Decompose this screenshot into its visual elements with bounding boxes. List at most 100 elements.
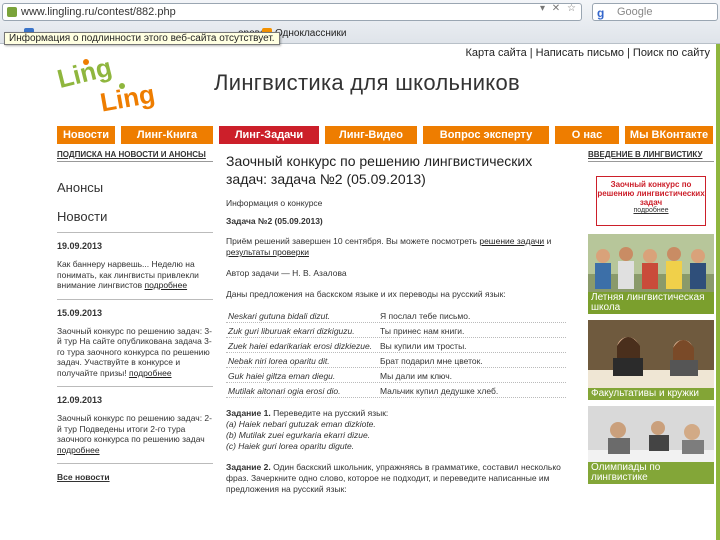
divider: [57, 386, 213, 387]
russian-translation: Вы купили им тросты.: [380, 341, 467, 351]
subscribe-link[interactable]: ПОДПИСКА НА НОВОСТИ И АНОНСЫ: [57, 150, 213, 162]
news-heading[interactable]: Новости: [57, 209, 213, 224]
site-logo[interactable]: Ling Ling: [56, 54, 156, 114]
task-1-title: Задание 1.: [226, 408, 271, 418]
sentence-pair: Nebak niri lorea oparitu dit. Брат подари…: [226, 353, 566, 368]
results-link[interactable]: результаты проверки: [226, 247, 309, 257]
nav-vkontakte[interactable]: Мы ВКонтакте: [625, 126, 713, 144]
bookmark-item-odnoklassniki[interactable]: Одноклассники: [275, 28, 346, 39]
task-label: Задача №2 (05.09.2013): [226, 216, 323, 226]
news-item: Заочный конкурс по решению задач: 2-й ту…: [57, 413, 213, 455]
basque-sentence: Nebak niri lorea oparitu dit.: [228, 356, 330, 366]
divider: [57, 298, 213, 300]
sentence-pair: Zuk guri liburuak ekarri dizkiguzu. Ты пр…: [226, 323, 566, 338]
electives-banner[interactable]: Факультативы и кружки: [588, 320, 714, 400]
right-sidebar: ВВЕДЕНИЕ В ЛИНГВИСТИКУ Заочный конкурс п…: [588, 150, 714, 540]
task-2: Задание 2. Один баскский школьник, упраж…: [226, 462, 576, 495]
nav-news[interactable]: Новости: [57, 126, 115, 144]
main-nav: Новости Линг-Книга Линг-Задачи Линг-Виде…: [57, 126, 713, 144]
russian-translation: Я послал тебе письмо.: [380, 311, 471, 321]
intro-paragraph: Приём решений завершен 10 сентября. Вы м…: [226, 236, 576, 258]
news-item: Заочный конкурс по решению задач: 3-й ту…: [57, 326, 213, 379]
search-placeholder: Google: [617, 6, 653, 18]
sentence-pairs: Neskari gutuna bidali dizut. Я послал теб…: [226, 308, 566, 398]
task-1-item: (b) Mutilak zuei egurkaria ekarri dizue.: [226, 430, 371, 440]
news-date: 15.09.2013: [57, 307, 103, 318]
site-title: Лингвистика для школьников: [214, 70, 521, 95]
intro-linguistics-link[interactable]: ВВЕДЕНИЕ В ЛИНГВИСТИКУ: [588, 150, 714, 162]
sentence-pair: Mutilak aitonari ogia erosi dio. Мальчик …: [226, 383, 566, 398]
article: Заочный конкурс по решению лингвистическ…: [226, 152, 576, 540]
web-page: Карта сайта | Написать письмо | Поиск по сай…: [0, 44, 720, 540]
nav-ling-book[interactable]: Линг-Книга: [121, 126, 213, 144]
task-1-item: (a) Haiek nebari gutuzak eman dizkiote.: [226, 419, 376, 429]
sentence-pair: Zuek haiei edarikariak erosi dizkiezue. В…: [226, 338, 566, 353]
task-1-text: Переведите на русский язык:: [273, 408, 389, 418]
intro-text: Приём решений завершен 10 сентября. Вы м…: [226, 236, 477, 246]
news-more-link[interactable]: подробнее: [129, 368, 172, 378]
contest-promo-box[interactable]: Заочный конкурс по решению лингвистическ…: [596, 176, 706, 226]
task-1-item: (c) Haiek guri lorea oparitu digute.: [226, 441, 355, 451]
browser-chrome: www.lingling.ru/contest/882.php ▾ ✕ ☆ g …: [0, 0, 720, 45]
contest-info-link[interactable]: Информация о конкурсе: [226, 198, 576, 208]
intro-and: и: [546, 236, 552, 246]
nav-about[interactable]: О нас: [555, 126, 619, 144]
promo-more-link[interactable]: подробнее: [597, 207, 705, 214]
basque-sentence: Neskari gutuna bidali dizut.: [228, 311, 331, 321]
summer-school-caption: Летняя лингвистическая школа: [588, 292, 714, 314]
security-tooltip: Информация о подлинности этого веб-сайта…: [4, 32, 280, 45]
russian-translation: Ты принес нам книги.: [380, 326, 465, 336]
address-text: www.lingling.ru/contest/882.php: [21, 6, 176, 18]
nav-ling-video[interactable]: Линг-Видео: [325, 126, 417, 144]
all-news-link[interactable]: Все новости: [57, 472, 213, 482]
electives-caption: Факультативы и кружки: [588, 388, 714, 400]
logo-dot-icon: [83, 59, 89, 65]
left-sidebar: ПОДПИСКА НА НОВОСТИ И АНОНСЫ Анонсы Ново…: [57, 150, 213, 540]
news-item: Как баннеру нарвешь... Неделю на понимат…: [57, 259, 213, 291]
address-bar-buttons[interactable]: ▾ ✕ ☆: [540, 3, 578, 14]
search-input[interactable]: g Google: [592, 3, 718, 21]
olympiads-banner[interactable]: Олимпиады по лингвистике: [588, 406, 714, 484]
divider: [57, 463, 213, 464]
sentence-pair: Guk haiei giltza eman diegu. Мы дали им к…: [226, 368, 566, 383]
article-title: Заочный конкурс по решению лингвистическ…: [226, 153, 533, 187]
divider: [57, 232, 213, 233]
site-favicon-icon: [7, 7, 17, 17]
link-search[interactable]: Поиск по сайту: [633, 47, 710, 59]
link-separator: |: [627, 47, 630, 59]
solution-link[interactable]: решение задачи: [479, 236, 544, 246]
google-g-icon: g: [597, 6, 605, 20]
russian-translation: Мы дали им ключ.: [380, 371, 453, 381]
logo-dot-icon: [119, 83, 125, 89]
link-separator: |: [529, 47, 533, 59]
news-more-link[interactable]: подробнее: [145, 280, 188, 290]
link-sitemap[interactable]: Карта сайта: [466, 47, 527, 59]
nav-ask-expert[interactable]: Вопрос эксперту: [423, 126, 549, 144]
task-2-title: Задание 2.: [226, 462, 271, 472]
author-line: Автор задачи — Н. В. Азалова: [226, 268, 347, 278]
nav-ling-tasks[interactable]: Линг-Задачи: [219, 126, 319, 144]
basque-sentence: Zuek haiei edarikariak erosi dizkiezue.: [228, 341, 373, 351]
logo-word-2: Ling: [98, 78, 156, 114]
announcements-heading[interactable]: Анонсы: [57, 180, 213, 195]
promo-text: Заочный конкурс по решению лингвистическ…: [597, 180, 705, 207]
russian-translation: Мальчик купил дедушке хлеб.: [380, 386, 499, 396]
news-date: 12.09.2013: [57, 395, 103, 405]
top-links: Карта сайта | Написать письмо | Поиск по сай…: [466, 47, 711, 59]
summer-school-banner[interactable]: Летняя лингвистическая школа: [588, 234, 714, 314]
link-write-letter[interactable]: Написать письмо: [536, 47, 624, 59]
address-bar[interactable]: www.lingling.ru/contest/882.php: [2, 3, 582, 21]
news-more-link[interactable]: подробнее: [57, 445, 100, 455]
task-2-text: Один баскский школьник, упражняясь в гра…: [226, 462, 561, 494]
russian-translation: Брат подарил мне цветок.: [380, 356, 483, 366]
task-1: Задание 1. Переведите на русский язык: (…: [226, 408, 576, 452]
row-divider: [226, 397, 566, 398]
news-text: Заочный конкурс по решению задач: 2-й ту…: [57, 413, 212, 444]
lead-text: Даны предложения на баскском языке и их …: [226, 289, 506, 299]
news-date: 19.09.2013: [57, 241, 103, 251]
right-edge-bar: [716, 44, 720, 540]
basque-sentence: Zuk guri liburuak ekarri dizkiguzu.: [228, 326, 355, 336]
basque-sentence: Mutilak aitonari ogia erosi dio.: [228, 386, 341, 396]
olympiads-caption: Олимпиады по лингвистике: [588, 462, 714, 484]
sentence-pair: Neskari gutuna bidali dizut. Я послал теб…: [226, 308, 566, 323]
